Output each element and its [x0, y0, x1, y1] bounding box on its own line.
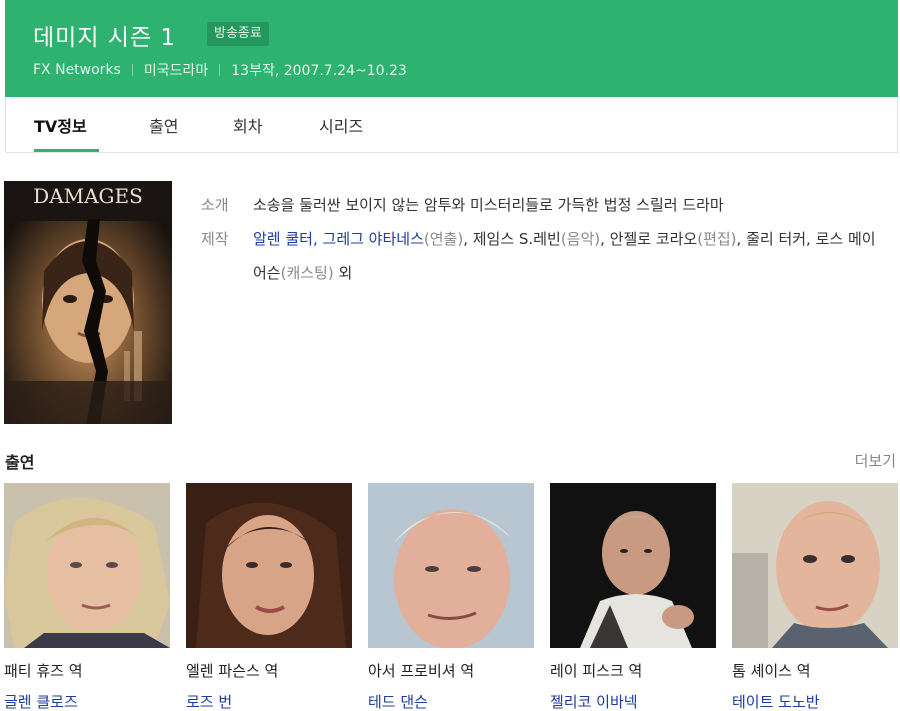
intro-text: 소송을 둘러싼 보이지 않는 암투와 미스터리들로 가득한 법정 스릴러 드라마	[253, 196, 724, 214]
program-meta: FX Networks 미국드라마 13부작, 2007.7.24~10.23	[33, 60, 407, 80]
cast-role: 톰 셰이스 역	[732, 662, 811, 680]
role-text: (음악)	[560, 230, 601, 248]
role-text: (편집)	[697, 230, 737, 248]
staff-text: , 제임스 S.레빈	[463, 230, 561, 248]
cast-photo[interactable]	[550, 483, 716, 648]
comma: ,	[312, 230, 323, 248]
status-badge: 방송종료	[207, 22, 269, 46]
tab-cast[interactable]: 출연	[149, 113, 178, 137]
program-info: 소개 소송을 둘러싼 보이지 않는 암투와 미스터리들로 가득한 법정 스릴러 …	[201, 188, 881, 290]
tab-series[interactable]: 시리즈	[319, 113, 363, 137]
staff-text: , 안젤로 코라오	[600, 230, 698, 248]
poster-art: DAMAGES	[4, 181, 172, 424]
cast-actor-link[interactable]: 젤리코 이바넥	[550, 691, 716, 711]
cast-card: 톰 셰이스 역 테이트 도노반	[732, 483, 898, 711]
role-text: (연출)	[423, 230, 464, 248]
svg-text:DAMAGES: DAMAGES	[33, 184, 143, 208]
production-label: 제작	[201, 230, 229, 248]
production-text: 알렌 쿨터, 그레그 야타네스(연출), 제임스 S.레빈(음악), 안젤로 코…	[253, 222, 881, 290]
cast-actor-link[interactable]: 테드 댄슨	[368, 691, 534, 711]
cast-photo[interactable]	[186, 483, 352, 648]
network-link[interactable]: FX Networks	[33, 62, 121, 78]
episodes-dates-text: 13부작, 2007.7.24~10.23	[231, 63, 407, 79]
cast-card: 아서 프로비셔 역 테드 댄슨	[368, 483, 534, 711]
cast-actor-link[interactable]: 테이트 도노반	[732, 691, 898, 711]
tab-bar: TV정보 출연 회차 시리즈	[5, 97, 898, 153]
more-link[interactable]: 더보기	[855, 450, 896, 471]
cast-photo[interactable]	[4, 483, 170, 648]
cast-card: 패티 휴즈 역 글렌 클로즈	[4, 483, 170, 711]
tab-episodes[interactable]: 회차	[233, 113, 262, 137]
director-link[interactable]: 그레그 야타네스	[323, 230, 424, 248]
cast-role: 레이 피스크 역	[550, 662, 643, 680]
cast-actor-link[interactable]: 로즈 번	[186, 691, 352, 711]
divider	[131, 64, 133, 76]
cast-actor-link[interactable]: 글렌 클로즈	[4, 691, 170, 711]
cast-section-title: 출연	[5, 453, 35, 472]
tab-tv-info[interactable]: TV정보	[34, 113, 87, 137]
divider	[219, 64, 221, 76]
cast-card: 엘렌 파슨스 역 로즈 번	[186, 483, 352, 711]
program-header: 데미지 시즌 1 방송종료 FX Networks 미국드라마 13부작, 20…	[5, 0, 898, 97]
genre-text: 미국드라마	[143, 63, 209, 79]
program-title[interactable]: 데미지 시즌 1	[33, 18, 176, 52]
active-tab-indicator	[34, 149, 99, 152]
poster-image[interactable]: DAMAGES	[4, 181, 172, 424]
intro-row: 소개 소송을 둘러싼 보이지 않는 암투와 미스터리들로 가득한 법정 스릴러 …	[201, 188, 881, 222]
role-text: (캐스팅)	[280, 264, 334, 282]
cast-photo[interactable]	[732, 483, 898, 648]
intro-label: 소개	[201, 196, 229, 214]
cast-role: 패티 휴즈 역	[4, 662, 83, 680]
cast-role: 엘렌 파슨스 역	[186, 662, 279, 680]
cast-role: 아서 프로비셔 역	[368, 662, 475, 680]
cast-photo[interactable]	[368, 483, 534, 648]
staff-text: 외	[333, 264, 353, 282]
director-link[interactable]: 알렌 쿨터	[253, 230, 313, 248]
cast-card: 레이 피스크 역 젤리코 이바넥	[550, 483, 716, 711]
production-row: 제작 알렌 쿨터, 그레그 야타네스(연출), 제임스 S.레빈(음악), 안젤…	[201, 222, 881, 290]
